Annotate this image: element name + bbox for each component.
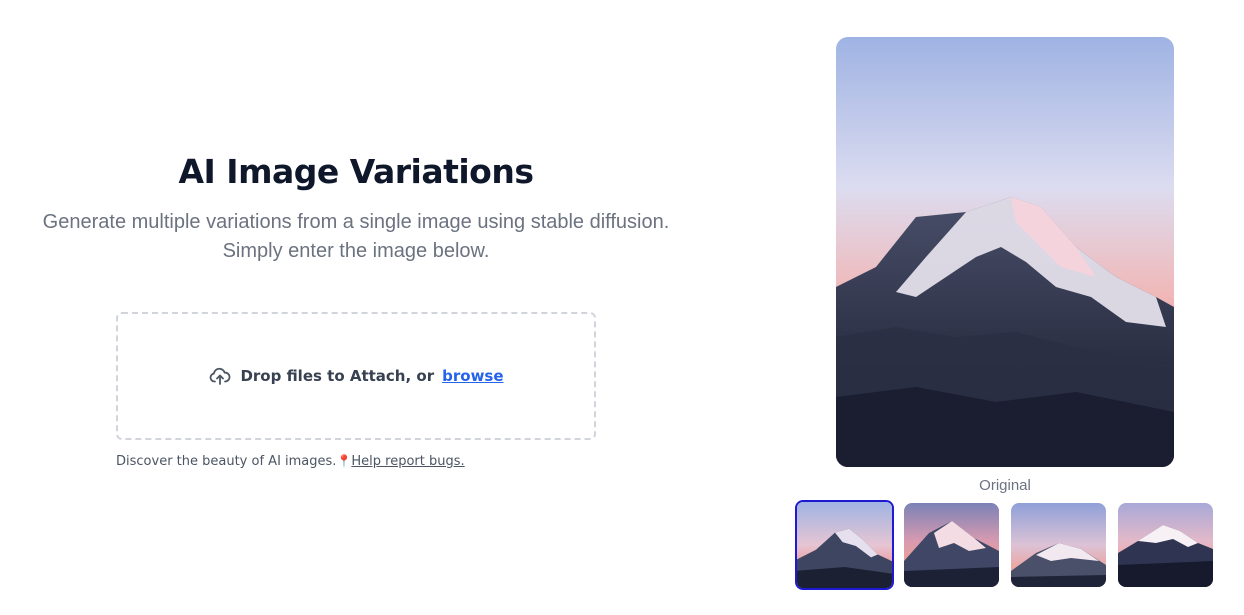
thumbnail-original[interactable] xyxy=(795,500,894,590)
dropzone-content: Drop files to Attach, or browse xyxy=(208,364,504,388)
file-dropzone[interactable]: Drop files to Attach, or browse xyxy=(116,312,596,440)
thumbnail-image xyxy=(1118,503,1213,587)
page-subtitle: Generate multiple variations from a sing… xyxy=(42,211,670,262)
pin-icon: 📍 xyxy=(336,454,352,468)
footnote-text: Discover the beauty of AI images. xyxy=(116,454,337,469)
original-image-preview xyxy=(836,37,1174,467)
footnote: Discover the beauty of AI images.📍Help r… xyxy=(116,454,465,469)
page-title: AI Image Variations xyxy=(178,152,534,191)
thumbnail-image xyxy=(1011,503,1106,587)
image-caption: Original xyxy=(979,477,1031,494)
thumbnail-variation-2[interactable] xyxy=(1011,503,1106,587)
thumbnail-variation-3[interactable] xyxy=(1118,503,1213,587)
browse-link[interactable]: browse xyxy=(442,367,503,385)
variation-thumbnails xyxy=(795,500,1215,590)
upload-panel: AI Image Variations Generate multiple va… xyxy=(0,0,712,615)
thumbnail-image xyxy=(797,502,892,588)
dropzone-text: Drop files to Attach, or xyxy=(240,367,435,385)
help-report-bugs-link[interactable]: Help report bugs. xyxy=(351,454,464,469)
thumbnail-variation-1[interactable] xyxy=(904,503,999,587)
upload-cloud-icon xyxy=(208,364,232,388)
thumbnail-image xyxy=(904,503,999,587)
mountain-image xyxy=(836,37,1174,467)
